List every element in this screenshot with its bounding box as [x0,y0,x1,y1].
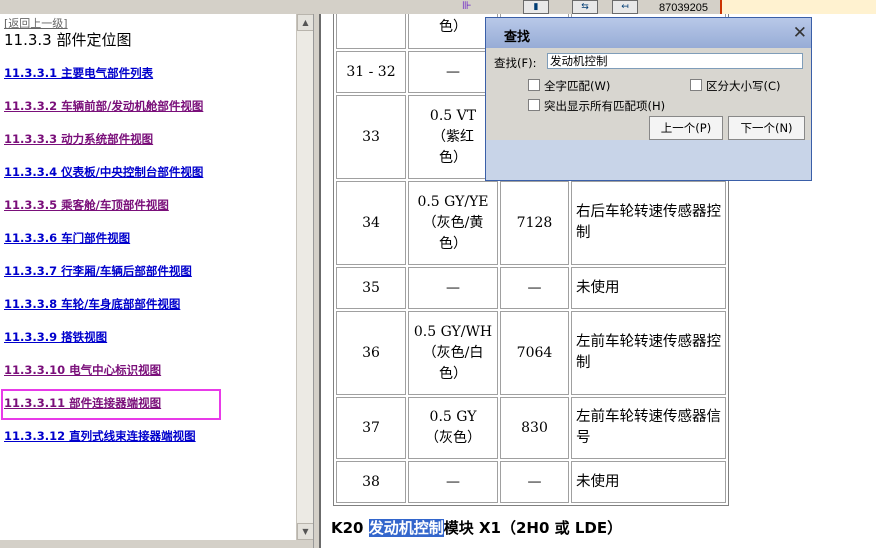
find-dialog: 查找 ✕ 查找(F): 全字匹配(W) 区分大小写(C) 突出显示所有匹配项(H… [485,17,812,181]
cell-pin: 33 [336,95,406,179]
cell-function: 右后车轮转速传感器控制 [571,181,726,265]
cell-wire: 0.5 GY/WH （灰色/白 色） [408,311,498,395]
cell-circuit: — [500,267,569,309]
find-dialog-body: 查找(F): 全字匹配(W) 区分大小写(C) 突出显示所有匹配项(H) 上一个… [486,48,811,180]
content-border [319,14,321,548]
nav-item[interactable]: 11.3.3.12 直列式线束连接器端视图 [4,428,196,444]
match-case-checkbox[interactable] [690,79,702,91]
table-row: 36 0.5 GY/WH （灰色/白 色） 7064 左前车轮转速传感器控制 [336,311,726,395]
nav-item[interactable]: 11.3.3.6 车门部件视图 [4,230,130,246]
cell-pin: 35 [336,267,406,309]
caption-prefix: K20 [331,519,369,537]
cell-function: 左前车轮转速传感器控制 [571,311,726,395]
top-toolbar: ⊪ ▮ ⇆ ↤ 87039205 [0,0,876,14]
connector-caption: K20 发动机控制模块 X1（2H0 或 LDE） [331,517,622,538]
highlight-all-checkbox[interactable] [528,99,540,111]
nav-item[interactable]: 11.3.3.4 仪表板/中央控制台部件视图 [4,164,203,180]
nav-pane: [返回上一级] 11.3.3 部件定位图 11.3.3.1 主要电气部件列表 11… [0,14,296,540]
toolbar-button-3[interactable]: ↤ [612,0,638,14]
cell-circuit: 7064 [500,311,569,395]
table-row: 37 0.5 GY （灰色） 830 左前车轮转速传感器信号 [336,397,726,459]
find-previous-button[interactable]: 上一个(P) [649,116,723,140]
close-icon[interactable]: ✕ [793,23,807,43]
nav-scrollbar[interactable]: ▲ ▼ [296,14,314,540]
cell-function: 未使用 [571,267,726,309]
nav-item[interactable]: 11.3.3.5 乘客舱/车顶部件视图 [4,197,169,213]
scroll-down-icon[interactable]: ▼ [297,523,314,540]
table-row: 38— — 未使用 [336,461,726,503]
caption-suffix: 模块 X1（2H0 或 LDE） [443,519,623,537]
cell-wire: — [408,461,498,503]
toolbar-marker-icon: ⊪ [462,0,472,12]
cell-wire: — [408,267,498,309]
nav-item[interactable]: 11.3.3.8 车轮/车身底部部件视图 [4,296,180,312]
cell-circuit: — [500,461,569,503]
toolbar-red-panel [720,0,876,14]
toolbar-number: 87039205 [659,2,708,14]
active-item-highlight [1,389,221,420]
cell-wire: 0.5 GY/YE （灰色/黄 色） [408,181,498,265]
cell-circuit: 7128 [500,181,569,265]
scroll-up-icon[interactable]: ▲ [297,14,314,31]
table-row: 35— — 未使用 [336,267,726,309]
cell-pin: 38 [336,461,406,503]
nav-item[interactable]: 11.3.3.9 搭铁视图 [4,329,107,345]
cell-pin: 31 - 32 [336,51,406,93]
cell-function: 未使用 [571,461,726,503]
cell-circuit: 830 [500,397,569,459]
highlight-all-label: 突出显示所有匹配项(H) [544,99,666,113]
find-dialog-title: 查找 [504,30,531,45]
match-case-label: 区分大小写(C) [706,79,781,93]
cell-wire: 0.5 GY （灰色） [408,397,498,459]
nav-item[interactable]: 11.3.3.1 主要电气部件列表 [4,65,153,81]
cell-pin: 34 [336,181,406,265]
whole-word-label: 全字匹配(W) [544,79,611,93]
nav-hscrollbar[interactable] [0,540,313,548]
cell-pin [336,14,406,49]
table-row: 34 0.5 GY/YE （灰色/黄 色） 7128 右后车轮转速传感器控制 [336,181,726,265]
find-dialog-footer [486,140,811,180]
nav-item[interactable]: 11.3.3.7 行李厢/车辆后部部件视图 [4,263,192,279]
find-next-button[interactable]: 下一个(N) [728,116,805,140]
toolbar-button-1[interactable]: ▮ [523,0,549,14]
nav-item[interactable]: 11.3.3.10 电气中心标识视图 [4,362,161,378]
toolbar-button-2[interactable]: ⇆ [572,0,598,14]
find-dialog-titlebar[interactable]: 查找 ✕ [486,18,811,48]
whole-word-checkbox[interactable] [528,79,540,91]
cell-function: 左前车轮转速传感器信号 [571,397,726,459]
cell-pin: 36 [336,311,406,395]
caption-search-hit: 发动机控制 [368,519,444,537]
nav-item[interactable]: 11.3.3.2 车辆前部/发动机舱部件视图 [4,98,203,114]
nav-title: 11.3.3 部件定位图 [4,31,132,49]
nav-item[interactable]: 11.3.3.3 动力系统部件视图 [4,131,153,147]
find-label: 查找(F): [494,56,537,70]
find-input[interactable] [547,53,803,69]
cell-pin: 37 [336,397,406,459]
